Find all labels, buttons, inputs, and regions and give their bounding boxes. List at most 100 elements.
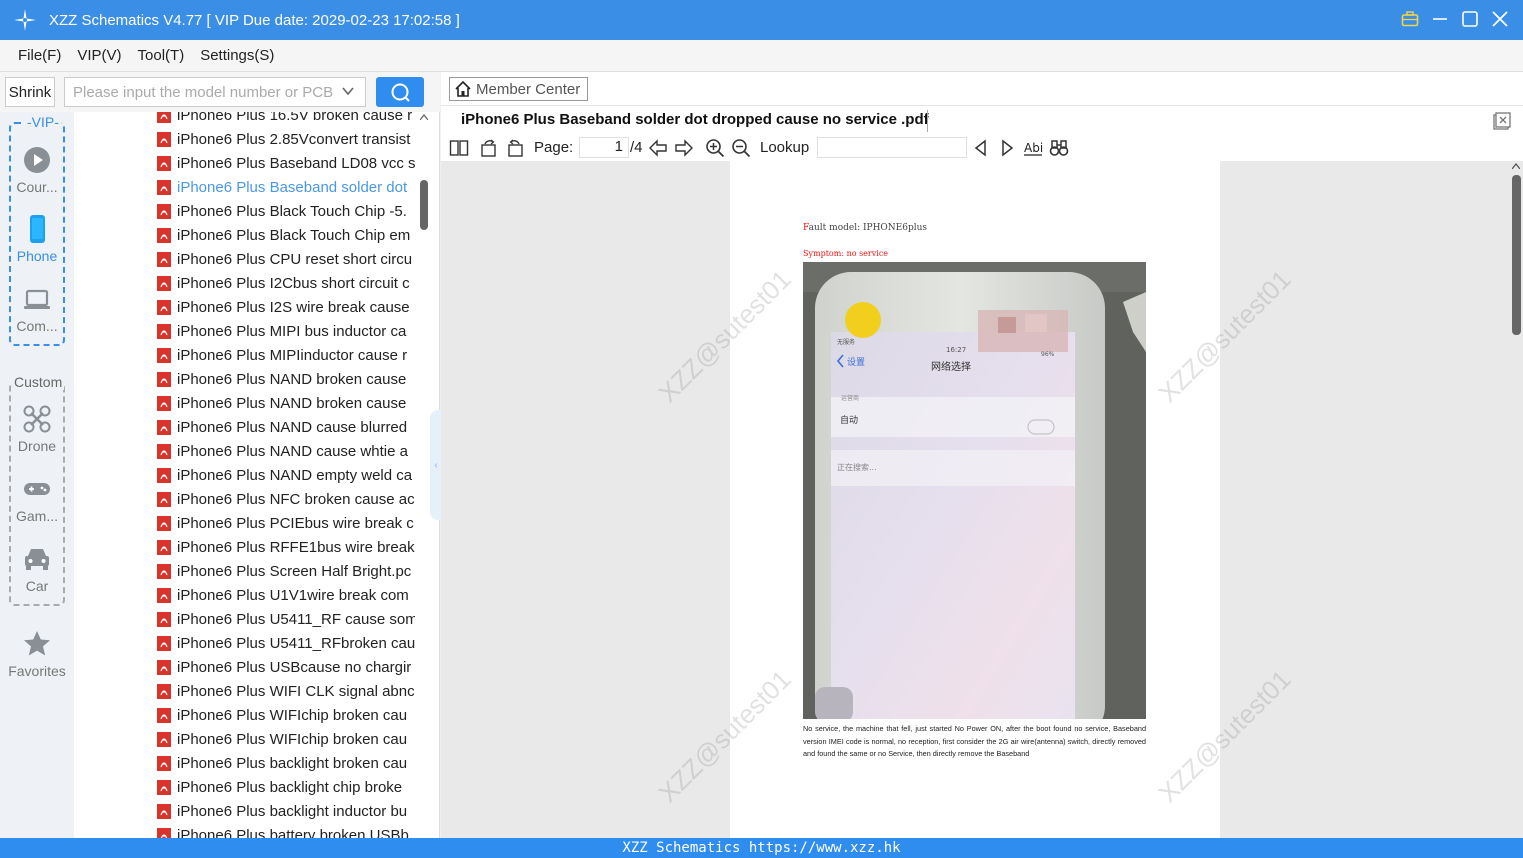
next-page-icon[interactable] bbox=[674, 138, 694, 158]
file-item[interactable]: iPhone6 Plus Black Touch Chip em bbox=[155, 223, 415, 247]
viewer-panel: Member Center iPhone6 Plus Baseband sold… bbox=[441, 72, 1523, 838]
file-item[interactable]: iPhone6 Plus Baseband solder dot bbox=[155, 175, 415, 199]
custom-group-label: Custom bbox=[12, 374, 65, 390]
pdf-file-icon bbox=[157, 323, 171, 339]
file-item-label: iPhone6 Plus I2S wire break cause bbox=[177, 298, 410, 316]
file-item[interactable]: iPhone6 Plus NFC broken cause ac bbox=[155, 487, 415, 511]
previous-page-icon[interactable] bbox=[648, 138, 668, 158]
category-favorites[interactable]: Favorites bbox=[0, 629, 74, 679]
vip-briefcase-icon[interactable] bbox=[1401, 8, 1419, 30]
rotate-right-icon[interactable] bbox=[505, 138, 525, 158]
file-item[interactable]: iPhone6 Plus WIFIchip broken cau bbox=[155, 727, 415, 751]
find-next-icon[interactable] bbox=[997, 138, 1017, 158]
minimize-icon[interactable] bbox=[1431, 8, 1449, 30]
watermark: XZZ@sutest01 bbox=[652, 664, 797, 809]
fault-model-text: Fault model: IPHONE6plus bbox=[803, 223, 928, 233]
left-panel: Shrink Please input the model number or … bbox=[0, 72, 442, 838]
scroll-up-icon[interactable] bbox=[1512, 163, 1520, 169]
screen-title: 网络选择 bbox=[931, 360, 971, 373]
file-item[interactable]: iPhone6 Plus MIPI bus inductor ca bbox=[155, 319, 415, 343]
file-item-label: iPhone6 Plus U5411_RF cause som bbox=[177, 610, 415, 628]
find-binoculars-icon[interactable] bbox=[1049, 138, 1069, 158]
file-item[interactable]: iPhone6 Plus CPU reset short circu bbox=[155, 247, 415, 271]
close-tab-icon[interactable] bbox=[1493, 112, 1511, 130]
pdf-viewer[interactable]: Fault model: IPHONE6plus Symptom: no ser… bbox=[441, 161, 1523, 838]
file-item[interactable]: iPhone6 Plus 16.5V broken cause r bbox=[155, 112, 415, 127]
file-item[interactable]: iPhone6 Plus U1V1wire break com bbox=[155, 583, 415, 607]
category-computer[interactable]: Com... bbox=[0, 284, 74, 334]
member-center-button[interactable]: Member Center bbox=[449, 77, 588, 101]
viewer-scroll-thumb[interactable] bbox=[1512, 175, 1521, 335]
menu-vip[interactable]: VIP(V) bbox=[77, 47, 121, 64]
menu-tool[interactable]: Tool(T) bbox=[138, 47, 185, 64]
file-item[interactable]: iPhone6 Plus Baseband LD08 vcc s bbox=[155, 151, 415, 175]
file-item[interactable]: iPhone6 Plus USBcause no chargir bbox=[155, 655, 415, 679]
category-label: Drone bbox=[17, 438, 57, 454]
file-item-label: iPhone6 Plus backlight inductor bu bbox=[177, 802, 408, 820]
pdf-page: Fault model: IPHONE6plus Symptom: no ser… bbox=[652, 161, 1297, 838]
pdf-file-icon bbox=[157, 131, 171, 147]
file-item[interactable]: iPhone6 Plus I2Cbus short circuit c bbox=[155, 271, 415, 295]
pdf-file-icon bbox=[157, 779, 171, 795]
file-item[interactable]: iPhone6 Plus 2.85Vconvert transist bbox=[155, 127, 415, 151]
pdf-file-icon bbox=[157, 803, 171, 819]
file-item[interactable]: iPhone6 Plus battery broken USBb bbox=[155, 823, 415, 838]
maximize-icon[interactable] bbox=[1461, 8, 1479, 30]
star-icon bbox=[24, 631, 50, 656]
file-item[interactable]: iPhone6 Plus I2S wire break cause bbox=[155, 295, 415, 319]
file-item-label: iPhone6 Plus 2.85Vconvert transist bbox=[177, 130, 411, 148]
file-item-label: iPhone6 Plus USBcause no chargir bbox=[177, 658, 412, 676]
menu-file[interactable]: File(F) bbox=[18, 47, 61, 64]
file-item-label: iPhone6 Plus Baseband solder dot bbox=[177, 178, 408, 196]
file-item[interactable]: iPhone6 Plus U5411_RFbroken cau bbox=[155, 631, 415, 655]
file-item-label: iPhone6 Plus Black Touch Chip -5. bbox=[177, 202, 407, 220]
search-input[interactable]: Please input the model number or PCB bbox=[64, 77, 366, 107]
file-item[interactable]: iPhone6 Plus U5411_RF cause som bbox=[155, 607, 415, 631]
file-list-scroll-thumb[interactable] bbox=[420, 180, 428, 230]
menu-settings[interactable]: Settings(S) bbox=[200, 47, 274, 64]
lookup-input[interactable] bbox=[817, 137, 967, 158]
file-item[interactable]: iPhone6 Plus NAND empty weld ca bbox=[155, 463, 415, 487]
match-case-icon[interactable]: Abi bbox=[1023, 138, 1043, 158]
file-list: iPhone6 Plus 16.5V broken cause r iPhone6… bbox=[155, 112, 415, 838]
file-item[interactable]: iPhone6 Plus Black Touch Chip -5. bbox=[155, 199, 415, 223]
search-button[interactable] bbox=[376, 77, 424, 107]
document-tab[interactable]: iPhone6 Plus Baseband solder dot dropped… bbox=[461, 111, 929, 128]
file-item[interactable]: iPhone6 Plus RFFE1bus wire break bbox=[155, 535, 415, 559]
category-car[interactable]: Car bbox=[0, 544, 74, 594]
file-item[interactable]: iPhone6 Plus backlight inductor bu bbox=[155, 799, 415, 823]
file-item[interactable]: iPhone6 Plus NAND broken cause bbox=[155, 391, 415, 415]
file-item[interactable]: iPhone6 Plus NAND broken cause bbox=[155, 367, 415, 391]
rotate-left-icon[interactable] bbox=[479, 138, 499, 158]
zoom-in-icon[interactable] bbox=[705, 138, 725, 158]
file-item[interactable]: iPhone6 Plus PCIEbus wire break c bbox=[155, 511, 415, 535]
category-game[interactable]: Gam... bbox=[0, 474, 74, 524]
phone-icon bbox=[30, 215, 45, 243]
category-course[interactable]: Cour... bbox=[0, 145, 74, 195]
file-item[interactable]: iPhone6 Plus Screen Half Bright.pc bbox=[155, 559, 415, 583]
two-page-view-icon[interactable] bbox=[449, 138, 469, 158]
chevron-down-icon[interactable] bbox=[341, 84, 355, 101]
file-item[interactable]: iPhone6 Plus WIFIchip broken cau bbox=[155, 703, 415, 727]
category-phone[interactable]: Phone bbox=[0, 214, 74, 264]
shrink-button[interactable]: Shrink bbox=[5, 77, 55, 107]
file-item[interactable]: iPhone6 Plus NAND cause whtie a bbox=[155, 439, 415, 463]
file-item[interactable]: iPhone6 Plus backlight chip broke bbox=[155, 775, 415, 799]
file-item[interactable]: iPhone6 Plus backlight broken cau bbox=[155, 751, 415, 775]
file-item[interactable]: iPhone6 Plus WIFI CLK signal abnc bbox=[155, 679, 415, 703]
pdf-file-icon bbox=[157, 683, 171, 699]
phone-photo: 无服务 16:27 96% 设置 网络选择 运营商 自动 正在搜索... bbox=[803, 262, 1146, 719]
zoom-out-icon[interactable] bbox=[731, 138, 751, 158]
scroll-up-icon[interactable] bbox=[420, 114, 428, 120]
pdf-file-icon bbox=[157, 275, 171, 291]
file-item[interactable]: iPhone6 Plus NAND cause blurred bbox=[155, 415, 415, 439]
pdf-file-icon bbox=[157, 659, 171, 675]
file-item[interactable]: iPhone6 Plus MIPIinductor cause r bbox=[155, 343, 415, 367]
watermark: XZZ@sutest01 bbox=[652, 264, 797, 409]
pdf-file-icon bbox=[157, 155, 171, 171]
close-icon[interactable] bbox=[1491, 8, 1509, 30]
category-drone[interactable]: Drone bbox=[0, 404, 74, 454]
page-number-input[interactable]: 1 bbox=[579, 137, 629, 158]
screen-back-label: 设置 bbox=[847, 357, 865, 368]
find-previous-icon[interactable] bbox=[971, 138, 991, 158]
